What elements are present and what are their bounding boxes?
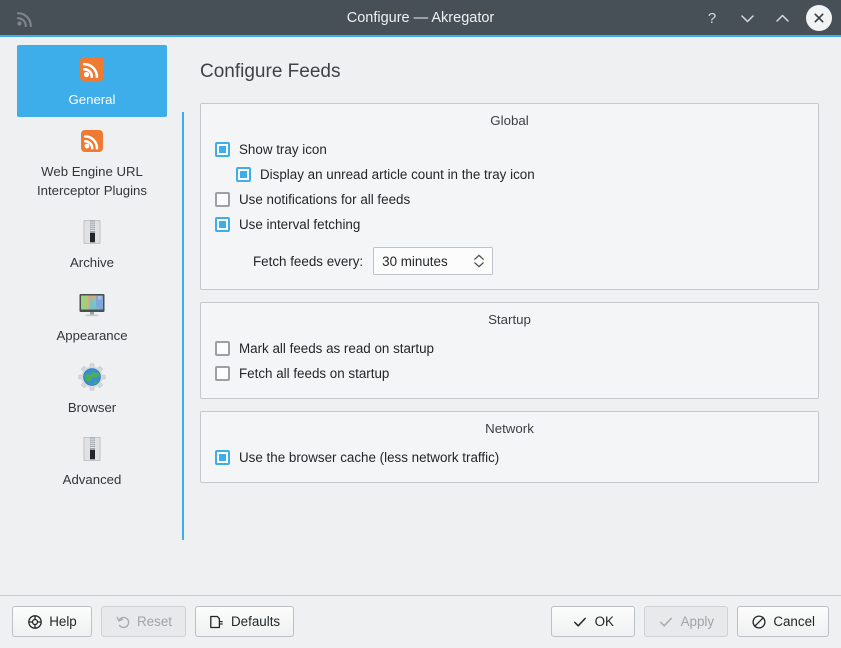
checkbox-indicator[interactable] — [236, 167, 251, 182]
checkbox-label: Show tray icon — [239, 142, 327, 157]
dialog-body: General Web Engine URL Interceptor Plugi… — [0, 37, 841, 595]
checkbox-indicator[interactable] — [215, 366, 230, 381]
sidebar-item-general[interactable]: General — [17, 45, 167, 117]
sidebar-item-archive[interactable]: Archive — [17, 208, 167, 280]
undo-icon — [115, 614, 130, 629]
checkbox-use-notifications-for-all-feeds[interactable]: Use notifications for all feeds — [213, 187, 806, 212]
close-icon[interactable] — [806, 5, 832, 31]
checkbox-indicator[interactable] — [215, 450, 230, 465]
settings-sidebar: General Web Engine URL Interceptor Plugi… — [0, 37, 184, 595]
sidebar-item-label: Web Engine URL Interceptor Plugins — [21, 162, 163, 200]
sidebar-item-label: Archive — [70, 253, 114, 272]
apply-button[interactable]: Apply — [644, 606, 728, 637]
svg-text:?: ? — [708, 10, 716, 26]
cancel-button[interactable]: Cancel — [737, 606, 829, 637]
sidebar-item-appearance[interactable]: Appearance — [17, 281, 167, 353]
sidebar-item-browser[interactable]: Browser — [17, 353, 167, 425]
group-title: Network — [213, 418, 806, 445]
group-title: Startup — [213, 309, 806, 336]
checkbox-indicator[interactable] — [215, 142, 230, 157]
button-label: Reset — [137, 614, 172, 629]
fetch-interval-value[interactable]: 30 minutes — [382, 254, 472, 269]
footer-left-buttons: Help Reset Defaults — [12, 606, 294, 637]
checkbox-label: Mark all feeds as read on startup — [239, 341, 434, 356]
chevron-down-icon — [473, 261, 485, 268]
checkbox-use-the-browser-cache[interactable]: Use the browser cache (less network traf… — [213, 445, 806, 470]
minimize-button[interactable] — [736, 7, 758, 29]
window-controls: ? — [701, 5, 832, 31]
sidebar-item-label: Advanced — [63, 470, 122, 489]
maximize-button[interactable] — [771, 7, 793, 29]
document-revert-icon — [209, 614, 224, 629]
checkbox-label: Use notifications for all feeds — [239, 192, 410, 207]
group-global: Global Show tray icon Display an unread … — [200, 103, 819, 290]
sidebar-item-label: General — [69, 90, 116, 109]
reset-button[interactable]: Reset — [101, 606, 186, 637]
title-bar: Configure — Akregator ? — [0, 0, 841, 37]
checkbox-mark-all-feeds-as-read-on-startup[interactable]: Mark all feeds as read on startup — [213, 336, 806, 361]
settings-main-pane: Configure Feeds Global Show tray icon Di… — [184, 37, 841, 595]
button-label: Defaults — [231, 614, 280, 629]
chevron-up-icon — [473, 254, 485, 261]
button-label: Help — [49, 614, 77, 629]
checkbox-display-unread-article-count[interactable]: Display an unread article count in the t… — [213, 162, 806, 187]
help-button[interactable]: ? — [701, 7, 723, 29]
page-title: Configure Feeds — [200, 61, 819, 83]
configure-dialog-window: Configure — Akregator ? — [0, 0, 841, 648]
lifesaver-icon — [27, 614, 42, 629]
defaults-button[interactable]: Defaults — [195, 606, 294, 637]
sidebar-divider — [182, 112, 184, 540]
rss-icon — [75, 124, 109, 158]
dialog-button-bar: Help Reset Defaults — [0, 595, 841, 648]
group-startup: Startup Mark all feeds as read on startu… — [200, 302, 819, 399]
fetch-interval-row: Fetch feeds every: 30 minutes — [213, 237, 806, 277]
checkbox-label: Use the browser cache (less network traf… — [239, 450, 499, 465]
sidebar-item-web-engine-url-interceptor-plugins[interactable]: Web Engine URL Interceptor Plugins — [17, 117, 167, 208]
help-button[interactable]: Help — [12, 606, 92, 637]
sidebar-item-advanced[interactable]: Advanced — [17, 425, 167, 497]
button-label: Apply — [681, 614, 715, 629]
checkbox-show-tray-icon[interactable]: Show tray icon — [213, 137, 806, 162]
sidebar-item-label: Browser — [68, 398, 116, 417]
fetch-interval-spinbox[interactable]: 30 minutes — [373, 247, 493, 275]
archive-icon — [75, 215, 109, 249]
sidebar-item-label: Appearance — [56, 326, 127, 345]
archive-icon — [75, 432, 109, 466]
checkbox-label: Fetch all feeds on startup — [239, 366, 389, 381]
checkbox-label: Display an unread article count in the t… — [260, 167, 535, 182]
checkbox-use-interval-fetching[interactable]: Use interval fetching — [213, 212, 806, 237]
spinbox-arrows[interactable] — [472, 254, 486, 268]
rss-icon — [8, 0, 42, 37]
globe-gear-icon — [75, 360, 109, 394]
check-icon — [573, 614, 588, 629]
rss-icon — [75, 52, 109, 86]
checkbox-label: Use interval fetching — [239, 217, 360, 232]
button-label: OK — [595, 614, 614, 629]
group-title: Global — [213, 110, 806, 137]
checkbox-fetch-all-feeds-on-startup[interactable]: Fetch all feeds on startup — [213, 361, 806, 386]
no-entry-icon — [751, 614, 766, 629]
fetch-interval-label: Fetch feeds every: — [253, 254, 363, 269]
group-network: Network Use the browser cache (less netw… — [200, 411, 819, 483]
checkbox-indicator[interactable] — [215, 341, 230, 356]
monitor-icon — [75, 288, 109, 322]
ok-button[interactable]: OK — [551, 606, 635, 637]
footer-right-buttons: OK Apply Cancel — [551, 606, 829, 637]
checkbox-indicator[interactable] — [215, 217, 230, 232]
checkbox-indicator[interactable] — [215, 192, 230, 207]
check-icon — [659, 614, 674, 629]
button-label: Cancel — [773, 614, 815, 629]
